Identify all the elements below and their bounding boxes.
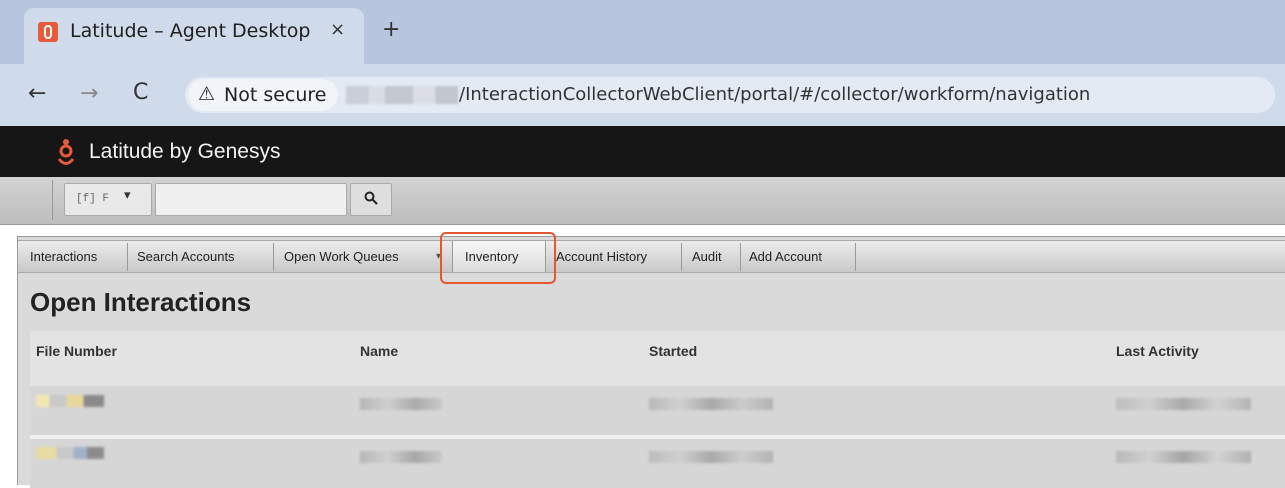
redacted-cell [36,395,104,407]
menu-divider [740,243,741,271]
redacted-cell [360,451,442,463]
warning-icon: ⚠ [198,83,216,105]
table-row[interactable] [30,386,1285,435]
search-type-value: [f] F [76,193,110,205]
genesys-logo-icon [57,139,75,165]
page-title: Open Interactions [30,287,252,317]
redacted-cell [649,451,773,463]
reload-icon[interactable]: C [133,80,148,105]
security-label: Not secure [224,84,327,106]
favicon-icon [38,22,58,42]
menu-item-search-accounts[interactable]: Search Accounts [137,249,235,264]
brand-name: Latitude by Genesys [89,140,281,163]
column-header-name[interactable]: Name [360,343,398,359]
menu-divider [273,243,274,271]
highlight-annotation [440,232,556,284]
menu-item-interactions[interactable]: Interactions [30,249,97,264]
column-header-started[interactable]: Started [649,343,697,359]
redacted-cell [36,447,104,459]
redacted-cell [1116,451,1251,463]
menu-divider [681,243,682,271]
table-row[interactable] [30,439,1285,488]
back-arrow-icon[interactable]: ← [28,81,46,106]
menu-item-open-work-queues[interactable]: Open Work Queues [284,249,399,264]
redacted-cell [649,398,773,410]
redacted-cell [1116,398,1251,410]
menu-item-add-account[interactable]: Add Account [749,249,822,264]
menu-item-account-history[interactable]: Account History [556,249,647,264]
search-input[interactable] [155,183,347,216]
new-tab-button[interactable]: + [382,17,400,42]
toolbar-divider [52,180,53,220]
url-path: /InteractionCollectorWebClient/portal/#/… [459,84,1091,105]
forward-arrow-icon[interactable]: → [80,81,98,106]
close-tab-icon[interactable]: × [330,19,345,40]
redacted-host [346,86,458,104]
menu-divider [855,243,856,271]
column-header-last-activity[interactable]: Last Activity [1116,343,1199,359]
menu-item-audit[interactable]: Audit [692,249,722,264]
chevron-down-icon: ▾ [124,188,131,203]
browser-toolbar: ← → C ⚠ Not secure /InteractionCollector… [0,64,1285,126]
column-header-file-number[interactable]: File Number [36,343,117,359]
search-icon [364,191,378,205]
redacted-cell [360,398,442,410]
menu-divider [127,243,128,271]
tab-title: Latitude – Agent Desktop [70,20,311,42]
